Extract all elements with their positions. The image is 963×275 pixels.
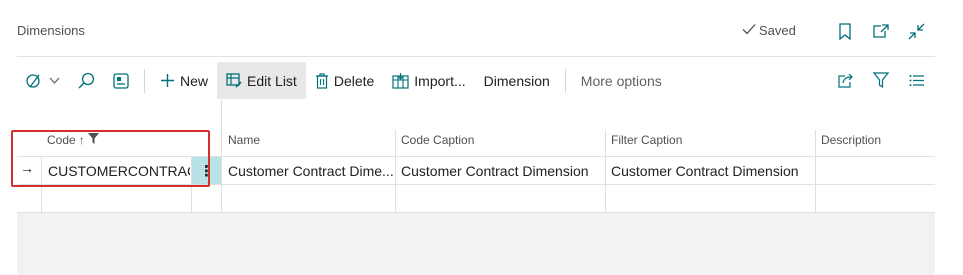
edit-list-icon <box>226 73 242 88</box>
checkmark-icon <box>742 23 756 38</box>
chevron-down-icon <box>49 77 60 84</box>
dimension-label: Dimension <box>483 72 550 89</box>
column-header-name[interactable]: Name <box>228 133 260 147</box>
row-divider <box>17 212 935 213</box>
action-bar: New Edit List Delete Import... Dimension… <box>17 62 935 99</box>
cell-filter-caption[interactable]: Customer Contract Dimension <box>611 163 811 179</box>
column-header-description[interactable]: Description <box>821 133 881 147</box>
import-button[interactable]: Import... <box>383 62 474 99</box>
more-options-button[interactable]: More options <box>572 62 671 99</box>
cell-divider <box>815 130 816 213</box>
delete-label: Delete <box>333 72 375 89</box>
import-icon <box>392 72 409 89</box>
column-header-filter-caption[interactable]: Filter Caption <box>611 133 682 147</box>
layout-icon <box>113 72 129 89</box>
edit-list-button[interactable]: Edit List <box>217 62 306 99</box>
share-icon[interactable] <box>834 69 856 91</box>
toolbar-separator <box>564 68 566 93</box>
open-new-window-icon[interactable] <box>869 20 891 42</box>
cell-code-caption[interactable]: Customer Contract Dimension <box>401 163 601 179</box>
cell-divider <box>395 130 396 213</box>
list-view-icon[interactable] <box>906 69 928 91</box>
page-title: Dimensions <box>17 23 85 38</box>
search-button[interactable] <box>69 62 104 99</box>
new-button[interactable]: New <box>151 62 217 99</box>
delete-button[interactable]: Delete <box>306 62 383 99</box>
collapse-icon[interactable] <box>905 20 927 42</box>
saved-label: Saved <box>759 23 796 38</box>
search-icon <box>78 72 95 89</box>
import-label: Import... <box>414 72 466 89</box>
saved-status: Saved <box>742 23 796 38</box>
view-icon <box>26 73 44 89</box>
new-label: New <box>180 72 209 89</box>
cell-divider <box>605 130 606 213</box>
more-options-label: More options <box>580 72 662 89</box>
dimension-menu-button[interactable]: Dimension <box>475 62 559 99</box>
view-menu-button[interactable] <box>17 62 69 99</box>
filter-icon[interactable] <box>870 69 892 91</box>
bookmark-icon[interactable] <box>834 20 856 42</box>
trash-icon <box>315 72 329 89</box>
column-header-code-caption[interactable]: Code Caption <box>401 133 474 147</box>
toolbar-divider <box>17 56 935 57</box>
list-empty-area <box>17 213 935 275</box>
cell-name[interactable]: Customer Contract Dime... <box>228 163 393 179</box>
layout-button[interactable] <box>104 62 138 99</box>
highlight-outline <box>11 130 210 187</box>
toolbar-separator <box>144 68 145 93</box>
plus-icon <box>160 73 175 88</box>
edit-list-label: Edit List <box>247 72 297 89</box>
